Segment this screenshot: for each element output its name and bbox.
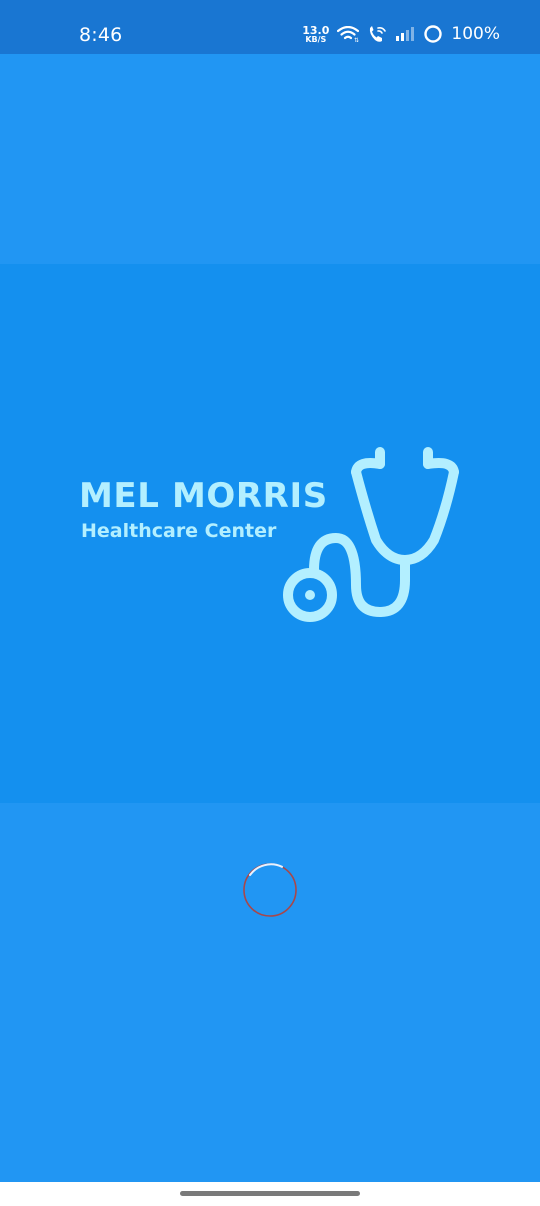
wifi-icon: ⇅	[337, 26, 360, 42]
svg-text:⇅: ⇅	[354, 37, 359, 42]
status-bar: 8:46 13.0 KB/S ⇅ 100%	[0, 0, 540, 54]
cell-signal-icon	[395, 26, 415, 42]
battery-icon	[423, 24, 443, 44]
network-speed-value: 13.0	[302, 23, 330, 37]
network-speed-unit: KB/S	[305, 34, 327, 44]
brand-subtitle: Healthcare Center	[81, 520, 277, 542]
loading-spinner	[242, 862, 298, 918]
splash-screen: 8:46 13.0 KB/S ⇅ 100% MEL MORRIS Healthc…	[0, 0, 540, 1206]
battery-percent: 100%	[451, 24, 500, 44]
stethoscope-icon	[280, 440, 470, 635]
system-nav-bar	[0, 1182, 540, 1206]
status-icons: 13.0 KB/S ⇅ 100%	[302, 22, 500, 46]
network-speed: 13.0 KB/S	[302, 25, 329, 44]
wifi-calling-icon	[367, 25, 387, 43]
status-time: 8:46	[79, 24, 123, 46]
home-indicator[interactable]	[180, 1191, 360, 1196]
